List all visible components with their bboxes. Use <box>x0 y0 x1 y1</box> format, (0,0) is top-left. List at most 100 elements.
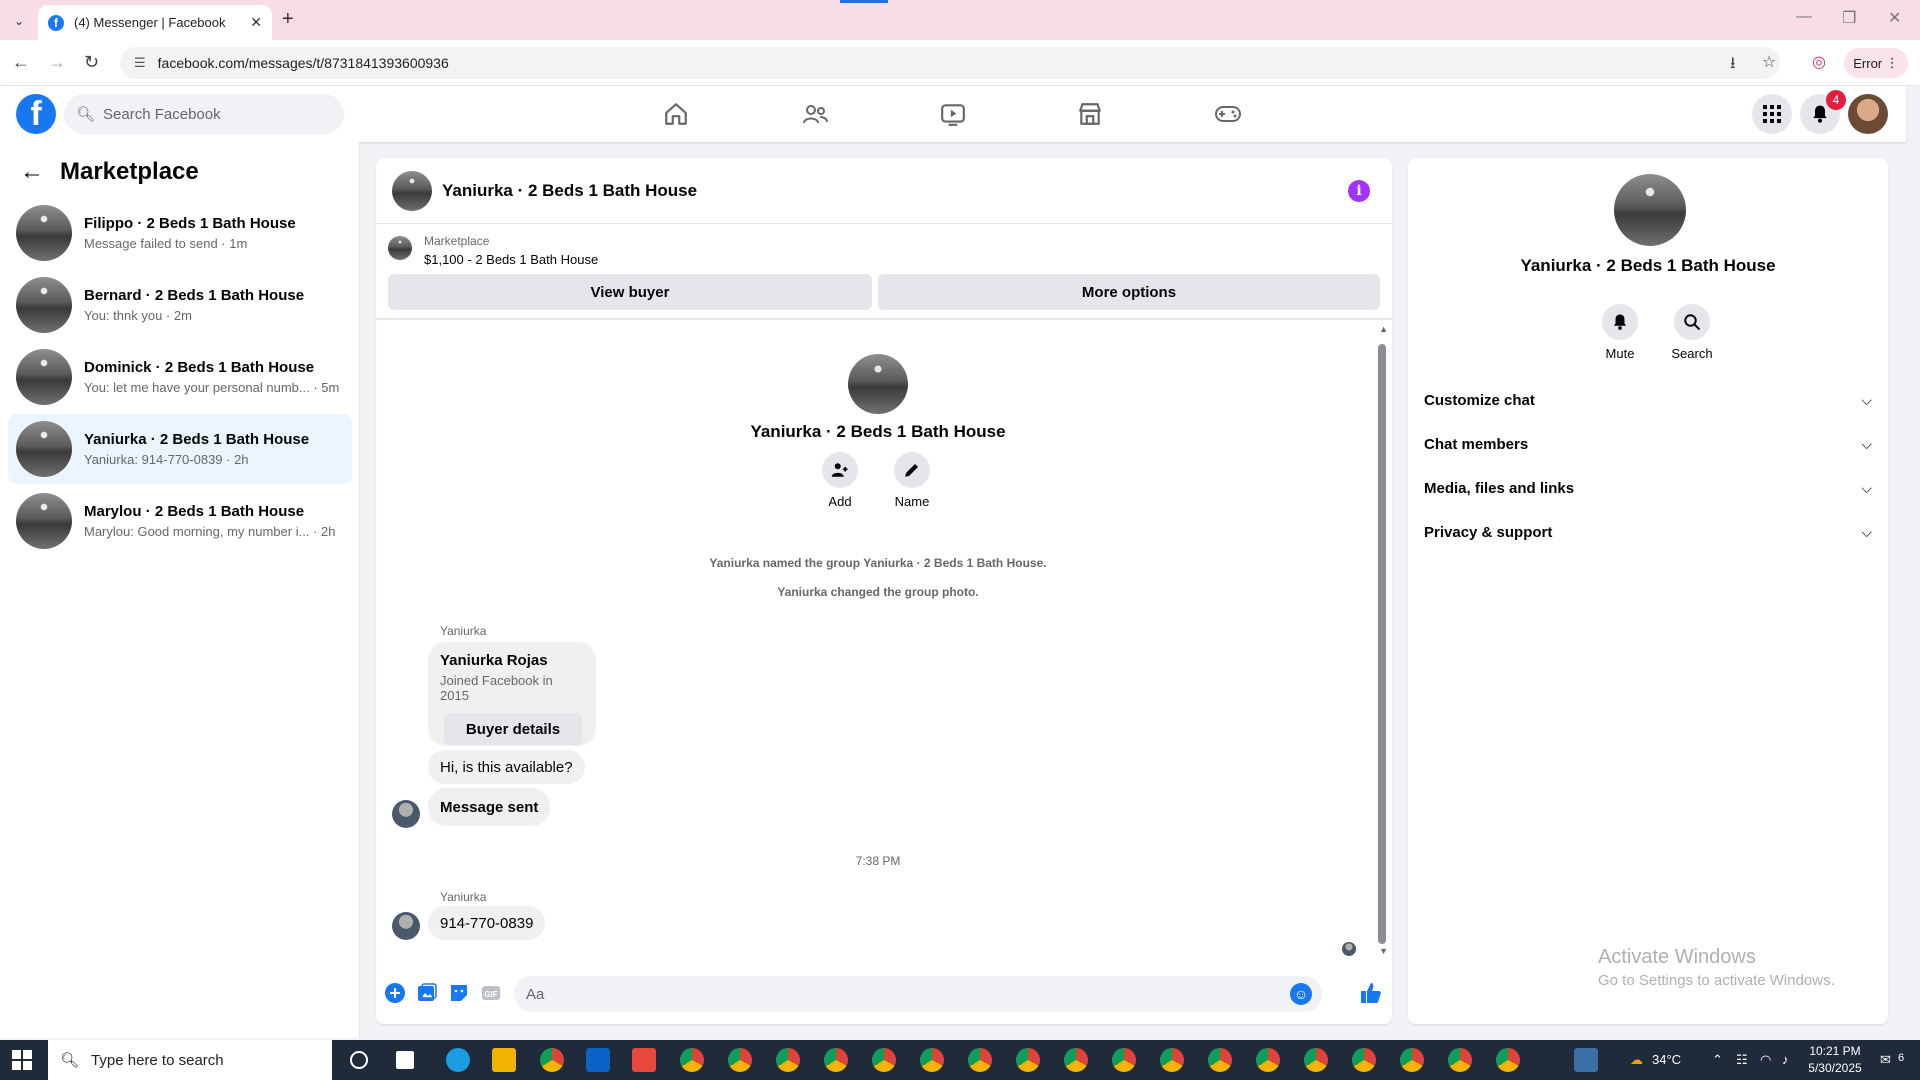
like-thumbs-up-icon[interactable] <box>1358 980 1384 1006</box>
tab-search-chevron-icon[interactable]: ⌄ <box>8 10 30 32</box>
chrome-icon[interactable] <box>1304 1048 1328 1072</box>
windows-start-icon[interactable] <box>12 1050 32 1070</box>
volume-icon[interactable]: ♪ <box>1782 1052 1789 1067</box>
calculator-icon[interactable] <box>1574 1048 1598 1072</box>
conversation-item[interactable]: Marylou · 2 Beds 1 Bath House Marylou: Go… <box>8 486 352 556</box>
browser-tab[interactable]: f (4) Messenger | Facebook ✕ <box>38 5 272 40</box>
chrome-icon[interactable] <box>1256 1048 1280 1072</box>
chrome-icon[interactable] <box>1400 1048 1424 1072</box>
listing-thumbnail[interactable] <box>388 236 412 260</box>
chrome-icon[interactable] <box>872 1048 896 1072</box>
chrome-icon[interactable] <box>1160 1048 1184 1072</box>
video-icon[interactable] <box>933 96 973 132</box>
forward-arrow-icon[interactable]: → <box>48 52 66 73</box>
view-buyer-button[interactable]: View buyer <box>388 274 872 310</box>
privacy-support-section[interactable]: Privacy & support ⌵ <box>1424 514 1880 550</box>
reload-icon[interactable]: ↻ <box>84 52 99 73</box>
chrome-icon[interactable] <box>1112 1048 1136 1072</box>
chrome-icon[interactable] <box>968 1048 992 1072</box>
gaming-icon[interactable] <box>1208 96 1248 132</box>
conversation-item[interactable]: Dominick · 2 Beds 1 Bath House You: let m… <box>8 342 352 412</box>
conversation-info-icon[interactable]: i <box>1348 180 1370 202</box>
app-icon[interactable] <box>632 1048 656 1072</box>
conversation-item[interactable]: Filippo · 2 Beds 1 Bath House Message fai… <box>8 198 352 268</box>
chrome-icon[interactable] <box>680 1048 704 1072</box>
chrome-icon[interactable] <box>1448 1048 1472 1072</box>
sticker-icon[interactable] <box>448 982 470 1004</box>
account-avatar[interactable] <box>1848 94 1888 134</box>
chrome-icon[interactable] <box>1496 1048 1520 1072</box>
edge-browser-icon[interactable] <box>446 1048 470 1072</box>
taskbar-search-box[interactable]: 🔍︎ Type here to search <box>48 1040 332 1080</box>
menu-grid-icon[interactable] <box>1752 94 1792 134</box>
chrome-icon[interactable] <box>920 1048 944 1072</box>
media-files-links-section[interactable]: Media, files and links ⌵ <box>1424 470 1880 506</box>
back-arrow-icon[interactable]: ← <box>20 158 44 186</box>
message-input-box[interactable]: ☺︎ <box>514 976 1322 1012</box>
task-view-icon[interactable] <box>396 1051 414 1069</box>
scroll-up-arrow-icon[interactable]: ▲ <box>1379 324 1388 334</box>
conversation-item-active[interactable]: Yaniurka · 2 Beds 1 Bath House Yaniurka: … <box>8 414 352 484</box>
home-icon[interactable] <box>656 96 696 132</box>
add-people-action[interactable]: Add <box>810 452 870 509</box>
buyer-details-button[interactable]: Buyer details <box>444 713 582 745</box>
message-bubble[interactable]: Message sent <box>428 788 551 826</box>
listing-price-title[interactable]: $1,100 - 2 Beds 1 Bath House <box>424 252 598 267</box>
bookmark-star-icon[interactable]: ☆ <box>1762 52 1776 72</box>
system-clock[interactable]: 10:21 PM 5/30/2025 <box>1800 1043 1870 1077</box>
mute-action[interactable]: Mute <box>1590 304 1650 361</box>
restore-icon[interactable]: ❐ <box>1842 8 1856 28</box>
sender-avatar[interactable] <box>392 800 420 828</box>
profile-icon[interactable]: ◎ <box>1812 52 1826 72</box>
more-options-button[interactable]: More options <box>878 274 1380 310</box>
site-info-icon[interactable]: ☰ <box>134 55 146 71</box>
customize-chat-section[interactable]: Customize chat ⌵ <box>1424 382 1880 418</box>
weather-icon[interactable]: ☁ <box>1630 1052 1643 1068</box>
chat-members-section[interactable]: Chat members ⌵ <box>1424 426 1880 462</box>
error-button[interactable]: Error ⋮ <box>1844 48 1908 78</box>
friends-icon[interactable] <box>795 96 835 132</box>
chrome-icon[interactable] <box>1064 1048 1088 1072</box>
chrome-icon[interactable] <box>728 1048 752 1072</box>
facebook-search-input[interactable] <box>103 105 324 123</box>
window-close-icon[interactable]: ✕ <box>1888 8 1901 28</box>
notification-center-icon[interactable]: ✉ <box>1880 1052 1891 1068</box>
tab-close-icon[interactable]: ✕ <box>250 14 262 31</box>
chrome-icon[interactable] <box>776 1048 800 1072</box>
chrome-icon[interactable] <box>540 1048 564 1072</box>
temperature-text[interactable]: 34°C <box>1652 1052 1681 1067</box>
chat-avatar[interactable] <box>392 170 432 211</box>
attach-photo-icon[interactable] <box>416 982 438 1004</box>
facebook-search-box[interactable]: 🔍︎ <box>64 94 344 134</box>
back-arrow-icon[interactable]: ← <box>12 52 30 73</box>
install-app-icon[interactable]: ⭳ <box>1730 52 1736 79</box>
chat-title[interactable]: Yaniurka · 2 Beds 1 Bath House <box>442 181 697 201</box>
gif-icon[interactable]: GIF <box>480 982 502 1004</box>
conversation-preview: Marylou: Good morning, my number i... · … <box>84 524 336 539</box>
rename-action[interactable]: Name <box>882 452 942 509</box>
cortana-icon[interactable] <box>350 1051 368 1069</box>
message-input[interactable] <box>526 985 1286 1003</box>
message-bubble[interactable]: Hi, is this available? <box>428 750 585 784</box>
chrome-icon[interactable] <box>1016 1048 1040 1072</box>
scroll-down-arrow-icon[interactable]: ▼ <box>1379 946 1388 956</box>
emoji-icon[interactable]: ☺︎ <box>1290 983 1312 1005</box>
facebook-logo-icon[interactable]: f <box>16 94 56 134</box>
omnibox[interactable]: ☰ facebook.com/messages/t/87318413936009… <box>120 47 1780 79</box>
minimize-icon[interactable]: — <box>1796 8 1812 26</box>
sender-avatar[interactable] <box>392 912 420 940</box>
chrome-icon[interactable] <box>824 1048 848 1072</box>
mail-icon[interactable] <box>586 1048 610 1072</box>
conversation-item[interactable]: Bernard · 2 Beds 1 Bath House You: thnk y… <box>8 270 352 340</box>
file-explorer-icon[interactable] <box>492 1048 516 1072</box>
network-icon[interactable]: ☷ <box>1736 1052 1748 1068</box>
chrome-icon[interactable] <box>1352 1048 1376 1072</box>
wifi-icon[interactable]: ◠ <box>1760 1052 1771 1068</box>
more-actions-plus-icon[interactable] <box>384 982 406 1004</box>
marketplace-icon[interactable] <box>1070 96 1110 132</box>
search-action[interactable]: Search <box>1662 304 1722 361</box>
message-bubble[interactable]: 914-770-0839 <box>428 906 546 940</box>
chrome-icon[interactable] <box>1208 1048 1232 1072</box>
new-tab-plus-icon[interactable]: + <box>282 8 294 31</box>
tray-expand-chevron-icon[interactable]: ⌃ <box>1712 1052 1723 1068</box>
